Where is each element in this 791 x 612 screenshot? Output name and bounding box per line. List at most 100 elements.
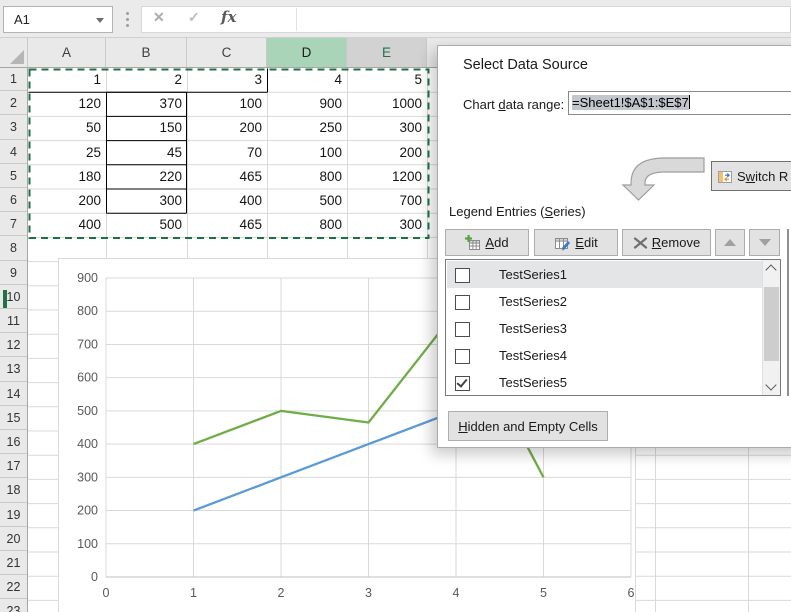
cell-C1[interactable]: 3 [187, 68, 267, 92]
series-label: TestSeries3 [499, 315, 567, 342]
dialog-title: Select Data Source [463, 57, 588, 73]
scroll-up-button[interactable] [763, 260, 780, 277]
series-checkbox-TestSeries4[interactable] [455, 349, 470, 364]
add-icon [465, 235, 481, 251]
move-series-up-button[interactable] [715, 229, 745, 256]
cell-C5[interactable]: 465 [187, 165, 267, 189]
axis-tick-label: 200 [77, 504, 98, 518]
series-checkbox-TestSeries5[interactable] [455, 376, 470, 391]
cell-D2[interactable]: 900 [267, 92, 347, 116]
chart-data-range-input[interactable]: =Sheet1!$A$1:$E$7 [568, 91, 791, 115]
cell-D1[interactable]: 4 [267, 68, 347, 92]
axis-tick-label: 2 [278, 586, 285, 600]
series-list-scrollbar[interactable] [762, 260, 780, 395]
cell-A2[interactable]: 120 [28, 92, 106, 116]
hidden-and-empty-cells-button[interactable]: Hidden and Empty Cells [448, 411, 608, 441]
chevron-up-icon [765, 264, 776, 275]
range-selected-text: =Sheet1!$A$1:$E$7 [572, 95, 689, 110]
add-series-button[interactable]: Add [445, 229, 529, 256]
cell-A3[interactable]: 50 [28, 116, 106, 140]
down-arrow-icon [759, 239, 771, 246]
cell-A4[interactable]: 25 [28, 141, 106, 165]
cell-A1[interactable]: 1 [28, 68, 106, 92]
series-list: TestSeries1TestSeries2TestSeries3TestSer… [445, 259, 781, 396]
edit-icon [554, 235, 571, 251]
move-series-down-button[interactable] [749, 229, 780, 256]
edit-series-button[interactable]: Edit [534, 229, 618, 256]
text-caret [689, 95, 690, 109]
cell-A7[interactable]: 400 [28, 213, 106, 237]
edit-button-label: Edit [575, 235, 597, 250]
axis-tick-label: 600 [77, 371, 98, 385]
axis-labels-section-edge [787, 229, 789, 396]
cell-E3[interactable]: 300 [347, 116, 427, 140]
switch-direction-arrow-icon [618, 154, 710, 206]
series-checkbox-TestSeries3[interactable] [455, 322, 470, 337]
cell-D6[interactable]: 500 [267, 189, 347, 213]
row-indicator-mark [3, 290, 7, 308]
scrollbar-thumb[interactable] [764, 287, 779, 361]
cell-B2[interactable]: 370 [106, 92, 187, 116]
remove-series-button[interactable]: Remove [622, 229, 711, 256]
series-label: TestSeries5 [499, 369, 567, 396]
series-checkbox-TestSeries2[interactable] [455, 295, 470, 310]
remove-icon [633, 236, 648, 250]
cell-E5[interactable]: 1200 [347, 165, 427, 189]
axis-tick-label: 4 [453, 586, 460, 600]
axis-tick-label: 1 [190, 586, 197, 600]
axis-tick-label: 0 [91, 570, 98, 584]
series-list-item-TestSeries5[interactable]: TestSeries5 [447, 369, 764, 396]
remove-button-label: Remove [652, 235, 700, 250]
cell-B6[interactable]: 300 [106, 189, 187, 213]
cell-D3[interactable]: 250 [267, 116, 347, 140]
switch-row-column-button[interactable]: Switch R [711, 161, 791, 191]
series-list-item-TestSeries1[interactable]: TestSeries1 [447, 261, 764, 288]
axis-tick-label: 500 [77, 404, 98, 418]
axis-tick-label: 3 [365, 586, 372, 600]
cell-D4[interactable]: 100 [267, 141, 347, 165]
series-list-item-TestSeries4[interactable]: TestSeries4 [447, 342, 764, 369]
switch-row-column-icon [717, 169, 733, 184]
cell-E7[interactable]: 300 [347, 213, 427, 237]
cell-B1[interactable]: 2 [106, 68, 187, 92]
cell-B4[interactable]: 45 [106, 141, 187, 165]
cell-C6[interactable]: 400 [187, 189, 267, 213]
cell-C3[interactable]: 200 [187, 116, 267, 140]
cell-C2[interactable]: 100 [187, 92, 267, 116]
axis-tick-label: 5 [540, 586, 547, 600]
hidden-and-empty-cells-label: Hidden and Empty Cells [458, 419, 597, 434]
chart-data-range-label: Chart data range: [463, 97, 564, 112]
series-label: TestSeries1 [499, 261, 567, 288]
cell-D7[interactable]: 800 [267, 213, 347, 237]
axis-tick-label: 300 [77, 470, 98, 484]
series-label: TestSeries2 [499, 288, 567, 315]
series-list-item-TestSeries2[interactable]: TestSeries2 [447, 288, 764, 315]
axis-tick-label: 400 [77, 437, 98, 451]
cell-B5[interactable]: 220 [106, 165, 187, 189]
cell-E6[interactable]: 700 [347, 189, 427, 213]
cell-E1[interactable]: 5 [347, 68, 427, 92]
legend-entries-label: Legend Entries (Series) [449, 204, 586, 219]
series-list-item-TestSeries3[interactable]: TestSeries3 [447, 315, 764, 342]
cell-B7[interactable]: 500 [106, 213, 187, 237]
up-arrow-icon [724, 239, 736, 246]
cell-A6[interactable]: 200 [28, 189, 106, 213]
cell-A5[interactable]: 180 [28, 165, 106, 189]
select-data-source-dialog: Select Data Source Chart data range: =Sh… [437, 45, 791, 448]
cell-B3[interactable]: 150 [106, 116, 187, 140]
chevron-down-icon [765, 379, 776, 390]
switch-row-column-label: Switch R [737, 169, 788, 184]
scroll-down-button[interactable] [763, 378, 780, 395]
series-label: TestSeries4 [499, 342, 567, 369]
cell-C7[interactable]: 465 [187, 213, 267, 237]
axis-tick-label: 800 [77, 304, 98, 318]
cell-E2[interactable]: 1000 [347, 92, 427, 116]
axis-tick-label: 700 [77, 337, 98, 351]
axis-tick-label: 0 [103, 586, 110, 600]
series-checkbox-TestSeries1[interactable] [455, 268, 470, 283]
cell-E4[interactable]: 200 [347, 141, 427, 165]
axis-tick-label: 6 [628, 586, 635, 600]
cell-D5[interactable]: 800 [267, 165, 347, 189]
cell-C4[interactable]: 70 [187, 141, 267, 165]
axis-tick-label: 100 [77, 537, 98, 551]
